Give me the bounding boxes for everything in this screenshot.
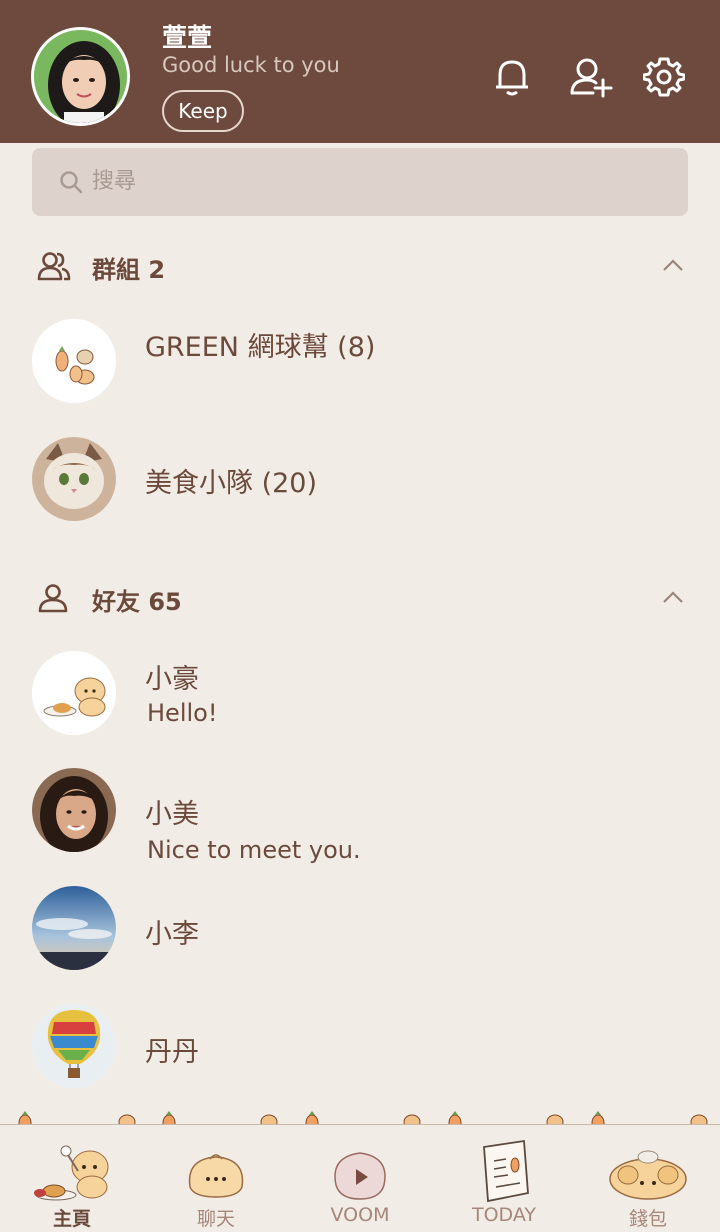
friend-list-item[interactable]: 丹丹 <box>0 996 720 1096</box>
friend-list-item[interactable]: 小美 Nice to meet you. <box>0 760 720 864</box>
friend-name: 小李 <box>145 919 199 950</box>
groups-section-title: 群組 2 <box>92 256 166 284</box>
home-icon <box>34 1145 109 1201</box>
search-input[interactable] <box>92 148 652 216</box>
friend-icon <box>38 584 68 613</box>
tab-today[interactable]: TODAY <box>432 1125 576 1232</box>
friend-name: 丹丹 <box>145 1037 199 1068</box>
friend-name: 小豪 <box>145 664 199 695</box>
chevron-up-icon[interactable] <box>662 590 684 604</box>
tab-home-label: 主頁 <box>52 1208 91 1230</box>
friend-avatar <box>32 1004 116 1088</box>
add-friend-icon[interactable] <box>569 56 613 98</box>
profile-avatar[interactable] <box>31 27 130 126</box>
chevron-up-icon[interactable] <box>662 258 684 272</box>
tab-voom-label: VOOM <box>330 1204 390 1226</box>
tab-today-label: TODAY <box>472 1204 536 1226</box>
tab-home[interactable]: 主頁 <box>0 1125 144 1232</box>
tab-wallet[interactable]: 錢包 <box>576 1125 720 1232</box>
group-icon <box>37 252 71 281</box>
search-icon <box>60 171 83 194</box>
wallet-icon <box>609 1150 687 1200</box>
groups-section-header[interactable]: 群組 2 <box>0 236 720 296</box>
group-avatar <box>32 319 116 403</box>
bell-icon[interactable] <box>491 56 533 98</box>
keep-button[interactable]: Keep <box>162 90 244 132</box>
group-list-item[interactable]: 美食小隊 (20) <box>0 429 720 529</box>
friend-list-item[interactable]: 小李 <box>0 878 720 978</box>
settings-icon[interactable] <box>642 56 686 98</box>
tab-wallet-label: 錢包 <box>628 1208 667 1230</box>
group-name: GREEN 網球幫 (8) <box>145 332 376 363</box>
tab-chats[interactable]: 聊天 <box>144 1125 288 1232</box>
friends-section-title: 好友 65 <box>92 588 182 616</box>
play-icon <box>334 1152 386 1200</box>
news-icon <box>483 1139 529 1203</box>
bottom-navigation: 主頁 聊天 VOOM TODAY 錢包 <box>0 1124 720 1232</box>
friend-avatar <box>32 651 116 735</box>
tab-chats-label: 聊天 <box>196 1208 235 1230</box>
group-name: 美食小隊 (20) <box>145 468 318 499</box>
friends-section-header[interactable]: 好友 65 <box>0 568 720 628</box>
chat-icon <box>188 1154 244 1198</box>
friend-list-item[interactable]: 小豪 Hello! <box>0 643 720 743</box>
group-avatar <box>32 437 116 521</box>
friend-avatar <box>32 886 116 970</box>
friend-avatar <box>32 768 116 852</box>
profile-name: 萱萱 <box>162 23 213 52</box>
friend-status-message: Hello! <box>147 699 218 727</box>
tab-voom[interactable]: VOOM <box>288 1125 432 1232</box>
friend-name: 小美 <box>145 799 199 830</box>
group-list-item[interactable]: GREEN 網球幫 (8) <box>0 311 720 411</box>
profile-status-message: Good luck to you <box>162 53 340 77</box>
friend-status-message: Nice to meet you. <box>147 836 361 864</box>
search-bar[interactable] <box>32 148 688 216</box>
profile-header: 萱萱 Good luck to you Keep <box>0 0 720 143</box>
